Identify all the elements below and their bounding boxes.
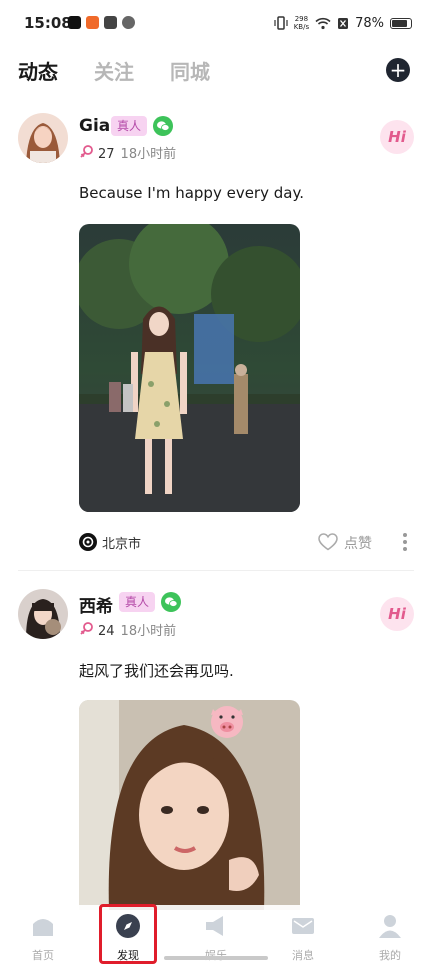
wifi-icon (315, 17, 331, 29)
tab-dynamic[interactable]: 动态 (18, 56, 58, 85)
post-text: 起风了我们还会再见吗. (79, 662, 234, 680)
wechat-icon (161, 592, 181, 612)
battery-percent: 78% (355, 15, 384, 31)
divider (18, 570, 414, 571)
age-time: 24 18小时前 (98, 620, 176, 639)
nav-messages[interactable]: 消息 (273, 913, 333, 963)
post-image[interactable] (79, 700, 300, 910)
nav-label-entertainment: 娱乐 (186, 947, 246, 963)
status-bar: 15:08 298 KB/s 78% (0, 0, 432, 50)
plus-icon: + (389, 58, 407, 82)
tab-nearby[interactable]: 同城 (170, 56, 210, 85)
age-time: 27 18小时前 (98, 143, 176, 162)
nav-profile[interactable]: 我的 (360, 913, 420, 963)
person-icon (379, 915, 401, 938)
tab-following[interactable]: 关注 (94, 56, 134, 85)
nav-label-home: 首页 (32, 949, 54, 962)
home-indicator[interactable] (164, 956, 268, 960)
hi-button[interactable]: Hi (380, 597, 414, 631)
post-image[interactable] (79, 224, 300, 512)
age: 24 (98, 624, 115, 639)
app-notification-icon (86, 16, 99, 29)
status-right: 298 KB/s 78% (274, 15, 412, 31)
add-post-button[interactable]: + (386, 58, 410, 82)
avatar[interactable] (18, 589, 68, 639)
nav-label-profile: 我的 (379, 949, 401, 962)
net-speed-unit: KB/s (293, 23, 310, 31)
avatar[interactable] (18, 113, 68, 163)
tiktok-icon (68, 16, 81, 29)
home-icon (33, 919, 53, 936)
female-icon (80, 622, 93, 635)
top-tabs: 动态 关注 同城 (18, 56, 210, 85)
more-options-icon[interactable] (402, 533, 408, 551)
post-time: 18小时前 (120, 624, 177, 639)
wechat-icon (153, 116, 173, 136)
nav-home[interactable]: 首页 (13, 913, 73, 963)
vibrate-icon (274, 16, 288, 30)
battery-icon (390, 17, 412, 29)
status-app-icons (68, 16, 135, 29)
hi-button[interactable]: Hi (380, 120, 414, 154)
username[interactable]: 西希 (79, 592, 113, 617)
highlight-box (99, 904, 157, 964)
nav-label-messages: 消息 (292, 949, 314, 962)
post-time: 18小时前 (120, 147, 177, 162)
megaphone-icon (206, 916, 223, 936)
like-button[interactable]: 点赞 (344, 533, 372, 553)
location-icon (79, 533, 97, 551)
mail-icon (292, 918, 314, 934)
age: 27 (98, 147, 115, 162)
no-sim-icon (338, 17, 349, 29)
post-text: Because I'm happy every day. (79, 184, 304, 202)
username[interactable]: Gia (79, 116, 110, 136)
heart-icon[interactable] (318, 533, 338, 551)
real-person-badge: 真人 (119, 592, 156, 612)
status-time: 15:08 (24, 14, 72, 32)
fan-app-icon (122, 16, 135, 29)
female-icon (80, 145, 93, 158)
net-speed-value: 298 (294, 15, 309, 23)
real-person-badge: 真人 (111, 116, 148, 136)
message-app-icon (104, 16, 117, 29)
location-text[interactable]: 北京市 (102, 533, 141, 552)
net-speed: 298 KB/s (294, 15, 309, 31)
